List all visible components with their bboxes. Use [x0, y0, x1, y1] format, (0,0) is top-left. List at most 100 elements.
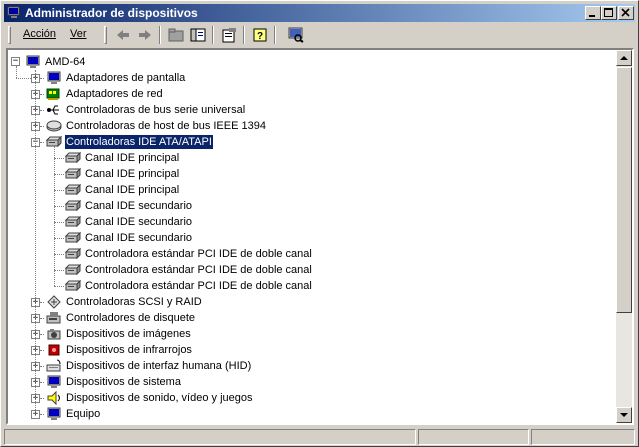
- tree-line: [54, 286, 64, 287]
- tree-category-11-label: Dispositivos de sonido, vídeo y juegos: [66, 392, 253, 404]
- ide-channel-icon: [64, 246, 82, 262]
- back-icon: [117, 30, 129, 40]
- close-icon: [621, 8, 630, 17]
- forward-button[interactable]: [134, 25, 156, 45]
- ide-channel-icon: [64, 150, 82, 166]
- properties-icon: [222, 28, 236, 43]
- tree-child-0-label: Canal IDE principal: [85, 152, 180, 164]
- tree-child-3-label: Canal IDE secundario: [85, 200, 193, 212]
- ide-channel-icon: [64, 182, 82, 198]
- close-button[interactable]: [618, 6, 634, 20]
- tree-line: [54, 254, 64, 255]
- tree-root-label: AMD-64: [45, 56, 86, 68]
- scroll-down-button[interactable]: [616, 407, 632, 423]
- menu-toolbar: Acción Ver ?: [4, 24, 635, 46]
- toolbar-separator: [212, 26, 214, 44]
- tree-line: [54, 222, 64, 223]
- tree-category-2-label: Controladoras de bus serie universal: [66, 104, 246, 116]
- tree-content: − AMD-64 + Adaptadores de pantalla + Adaptado…: [8, 50, 616, 423]
- maximize-button[interactable]: [601, 6, 617, 20]
- help-icon: ?: [253, 28, 267, 42]
- tree-line: [16, 66, 17, 78]
- help-button[interactable]: ?: [249, 25, 271, 45]
- toolbar-separator: [159, 26, 161, 44]
- scroll-thumb[interactable]: [616, 67, 632, 313]
- tree-line: [40, 414, 44, 415]
- menu-ver-label: Ver: [70, 28, 87, 40]
- device-tree[interactable]: − AMD-64 + Adaptadores de pantalla + Adaptado…: [6, 48, 634, 425]
- properties-button[interactable]: [218, 25, 240, 45]
- vertical-scrollbar[interactable]: [616, 50, 632, 423]
- tree-line: [35, 70, 36, 414]
- tree-view-icon: [190, 28, 206, 42]
- scan-hardware-icon: [288, 27, 304, 43]
- main-window: Administrador de dispositivos Acción Ver: [0, 0, 639, 447]
- scroll-up-button[interactable]: [616, 50, 632, 66]
- status-pane-main: [4, 429, 416, 445]
- ide-channel-icon: [64, 214, 82, 230]
- tree-category-7-label: Dispositivos de imágenes: [66, 328, 191, 340]
- back-button[interactable]: [112, 25, 134, 45]
- display-adapter-icon: [46, 70, 62, 86]
- tree-line: [40, 94, 44, 95]
- tree-line: [40, 142, 44, 143]
- tree-line: [40, 110, 44, 111]
- minimize-icon: [589, 15, 595, 17]
- system-device-icon: [46, 374, 62, 390]
- toolbar-grip: [104, 26, 107, 44]
- folder-view-button[interactable]: [165, 25, 187, 45]
- tree-line: [40, 382, 44, 383]
- scan-hardware-button[interactable]: [285, 25, 307, 45]
- tree-line: [54, 270, 64, 271]
- tree-line: [54, 146, 55, 286]
- tree-line: [40, 78, 44, 79]
- tree-line: [40, 302, 44, 303]
- tree-line: [54, 206, 64, 207]
- network-adapter-icon: [46, 86, 62, 102]
- tree-category-4-label: Controladoras IDE ATA/ATAPI: [64, 134, 214, 150]
- menu-accion[interactable]: Acción: [23, 28, 56, 40]
- collapse-root-toggle[interactable]: −: [11, 57, 20, 66]
- tree-child-1-label: Canal IDE principal: [85, 168, 180, 180]
- usb-controller-icon: [46, 102, 62, 118]
- infrared-device-icon: [46, 342, 62, 358]
- hid-device-icon: [46, 358, 62, 374]
- tree-line: [40, 366, 44, 367]
- tree-category-10-label: Dispositivos de sistema: [66, 376, 181, 388]
- ide-channel-icon: [64, 166, 82, 182]
- arrow-up-icon: [620, 56, 628, 60]
- tree-line: [16, 78, 31, 79]
- tree-child-8-label: Controladora estándar PCI IDE de doble c…: [85, 280, 312, 292]
- tree-category-3-label: Controladoras de host de bus IEEE 1394: [66, 120, 266, 132]
- ide-channel-icon: [64, 262, 82, 278]
- floppy-controller-icon: [46, 310, 62, 326]
- imaging-device-icon: [46, 326, 62, 342]
- toolbar-separator: [274, 26, 276, 44]
- tree-child-2-label: Canal IDE principal: [85, 184, 180, 196]
- tree-category-8-label: Dispositivos de infrarrojos: [66, 344, 192, 356]
- tree-line: [54, 174, 64, 175]
- tree-category-5-label: Controladoras SCSI y RAID: [66, 296, 202, 308]
- tree-category-6-label: Controladores de disquete: [66, 312, 196, 324]
- scsi-raid-icon: [46, 294, 62, 310]
- tree-line: [40, 350, 44, 351]
- tree-category-12-label: Equipo: [66, 408, 101, 420]
- tree-category-1-label: Adaptadores de red: [66, 88, 163, 100]
- device-manager-icon: [7, 6, 20, 18]
- ide-channel-icon: [64, 198, 82, 214]
- tree-line: [54, 190, 64, 191]
- tree-child-4-label: Canal IDE secundario: [85, 216, 193, 228]
- menu-ver[interactable]: Ver: [70, 28, 87, 40]
- tree-line: [40, 318, 44, 319]
- window-title: Administrador de dispositivos: [25, 6, 198, 20]
- ide-channel-icon: [64, 230, 82, 246]
- menu-grip: [8, 26, 11, 44]
- menu-accion-label: Acción: [23, 28, 57, 40]
- ide-channel-icon: [64, 278, 82, 294]
- maximize-icon: [604, 8, 613, 17]
- title-bar[interactable]: Administrador de dispositivos: [4, 4, 635, 22]
- tree-view-button[interactable]: [187, 25, 209, 45]
- minimize-button[interactable]: [585, 6, 601, 20]
- tree-child-6-label: Controladora estándar PCI IDE de doble c…: [85, 248, 312, 260]
- folder-view-icon: [168, 28, 184, 42]
